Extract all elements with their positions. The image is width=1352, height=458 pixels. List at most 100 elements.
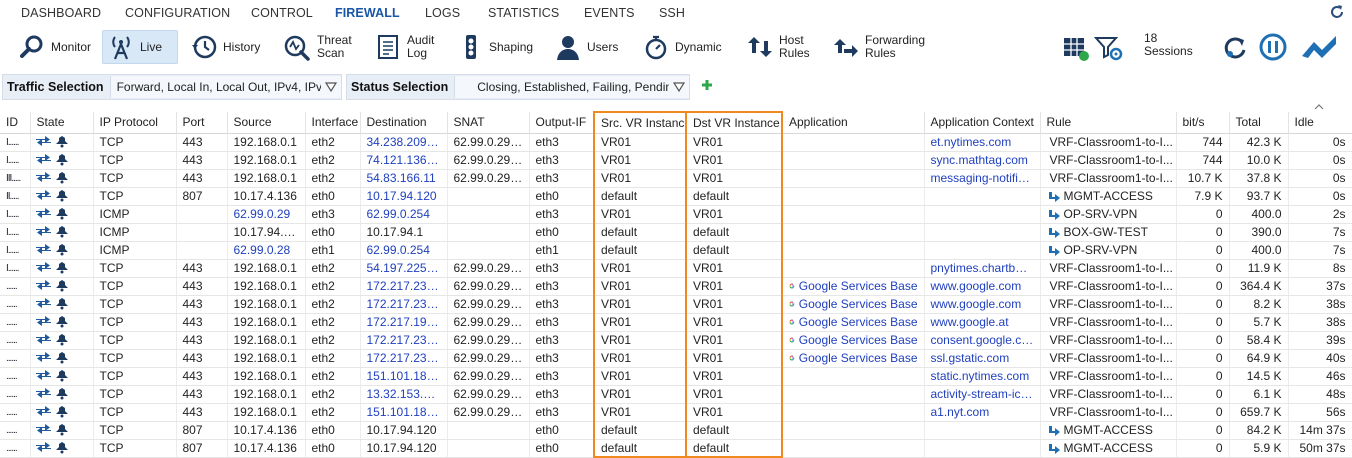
id-cell: ...... bbox=[0, 331, 31, 350]
table-row[interactable]: I...... TCP 443 192.168.0.1 eth2 74.121.136.1… bbox=[0, 151, 1352, 170]
host-rules-button[interactable]: Host Rules bbox=[740, 30, 814, 64]
col-total-header[interactable]: Total bbox=[1229, 112, 1289, 134]
live-graph-icon[interactable] bbox=[1300, 34, 1340, 60]
filter-settings-icon[interactable] bbox=[1094, 34, 1124, 62]
ip-protocol-cell: TCP bbox=[93, 187, 177, 206]
col-destination-header[interactable]: Destination bbox=[360, 112, 448, 134]
forwarding-rules-button[interactable]: Forwarding Rules bbox=[826, 30, 929, 64]
col-output-if-header[interactable]: Output-IF bbox=[529, 112, 595, 134]
table-row[interactable]: I...... ICMP 62.99.0.29 eth3 62.99.0.254 eth3… bbox=[0, 205, 1352, 224]
dynamic-button[interactable]: Dynamic bbox=[638, 30, 726, 64]
application-context-cell: www.google.com bbox=[924, 295, 1041, 314]
snat-cell bbox=[447, 439, 530, 458]
table-row[interactable]: II..... TCP 807 10.17.4.136 eth0 10.17.94.120… bbox=[0, 187, 1352, 206]
col-snat-header[interactable]: SNAT bbox=[447, 112, 530, 134]
table-row[interactable]: ...... TCP 807 10.17.4.136 eth0 10.17.94.120 e… bbox=[0, 421, 1352, 440]
table-row[interactable]: ...... TCP 443 192.168.0.1 eth2 172.217.23.19… bbox=[0, 349, 1352, 368]
col-state-header[interactable]: State bbox=[30, 112, 94, 134]
shaping-button[interactable]: Shaping bbox=[454, 30, 537, 64]
table-row[interactable]: I...... ICMP 10.17.94.120 eth0 10.17.94.1 eth… bbox=[0, 223, 1352, 242]
col-application-context-header[interactable]: Application Context bbox=[924, 112, 1041, 134]
table-row[interactable]: ...... TCP 443 192.168.0.1 eth2 172.217.19.67… bbox=[0, 313, 1352, 332]
output-if-cell: eth3 bbox=[529, 367, 595, 386]
table-row[interactable]: ...... TCP 443 192.168.0.1 eth2 172.217.23.20… bbox=[0, 331, 1352, 350]
idle-cell: 0s bbox=[1288, 169, 1352, 188]
col-src-vr-instance-header[interactable]: Src. VR Instance bbox=[593, 111, 687, 134]
col-ip-protocol-header[interactable]: IP Protocol bbox=[93, 112, 177, 134]
table-row[interactable]: ...... TCP 443 192.168.0.1 eth2 172.217.23.19… bbox=[0, 295, 1352, 314]
nav-control[interactable]: CONTROL bbox=[251, 6, 313, 20]
table-row[interactable]: III..... TCP 443 192.168.0.1 eth2 54.83.166.1… bbox=[0, 169, 1352, 188]
application-context-cell: pnytimes.chartbeat.net bbox=[924, 259, 1041, 278]
session-state-icon bbox=[35, 351, 68, 363]
monitor-button[interactable]: Monitor bbox=[14, 30, 95, 64]
src-vr-instance-cell: VR01 bbox=[593, 169, 687, 188]
col-id-header[interactable]: ID bbox=[0, 112, 31, 134]
col-port-header[interactable]: Port bbox=[176, 112, 228, 134]
table-row[interactable]: ...... TCP 443 192.168.0.1 eth2 151.101.189.1… bbox=[0, 367, 1352, 386]
sort-ascending-icon[interactable] bbox=[1314, 104, 1324, 110]
audit-log-button[interactable]: Audit Log bbox=[370, 30, 438, 64]
status-selection-value[interactable]: Closing, Established, Failing, Pending bbox=[454, 76, 669, 98]
nav-ssh[interactable]: SSH bbox=[659, 6, 685, 20]
table-row[interactable]: ...... TCP 443 192.168.0.1 eth2 13.32.153.247… bbox=[0, 385, 1352, 404]
interface-cell: eth0 bbox=[305, 439, 361, 458]
src-vr-instance-cell: VR01 bbox=[593, 205, 687, 224]
total-cell: 5.7 K bbox=[1229, 313, 1289, 332]
threat-scan-button[interactable]: Threat Scan bbox=[278, 30, 356, 64]
port-cell: 443 bbox=[176, 277, 228, 296]
total-cell: 5.9 K bbox=[1229, 439, 1289, 458]
table-row[interactable]: I...... TCP 443 192.168.0.1 eth2 54.197.225.1… bbox=[0, 259, 1352, 278]
filter-bar: Traffic Selection Forward, Local In, Loc… bbox=[0, 72, 1352, 102]
traffic-selection[interactable]: Traffic Selection Forward, Local In, Loc… bbox=[2, 74, 342, 100]
output-if-cell: eth3 bbox=[529, 277, 595, 296]
nav-firewall[interactable]: FIREWALL bbox=[335, 6, 400, 20]
snat-cell: 62.99.0.29:18... bbox=[447, 403, 530, 422]
col-source-header[interactable]: Source bbox=[227, 112, 306, 134]
dst-vr-instance-cell: VR01 bbox=[685, 151, 783, 170]
refresh-settings-icon[interactable] bbox=[1220, 32, 1250, 62]
nav-logs[interactable]: LOGS bbox=[425, 6, 460, 20]
history-button[interactable]: History bbox=[186, 30, 264, 64]
bits-cell: 0 bbox=[1176, 385, 1230, 404]
traffic-selection-dropdown[interactable] bbox=[321, 76, 341, 98]
add-filter-icon[interactable] bbox=[701, 79, 713, 91]
id-cell: ...... bbox=[0, 385, 31, 404]
snat-cell bbox=[447, 187, 530, 206]
pause-icon[interactable] bbox=[1258, 32, 1288, 62]
nav-configuration[interactable]: CONFIGURATION bbox=[125, 6, 230, 20]
nav-dashboard[interactable]: DASHBOARD bbox=[21, 6, 101, 20]
bits-cell: 7.9 K bbox=[1176, 187, 1230, 206]
host-rules-label-line2: Rules bbox=[779, 46, 810, 60]
nav-events[interactable]: EVENTS bbox=[584, 6, 635, 20]
state-cell bbox=[30, 367, 94, 386]
table-row[interactable]: I...... ICMP 62.99.0.28 eth1 62.99.0.254 eth1… bbox=[0, 241, 1352, 260]
grid-settings-icon[interactable] bbox=[1062, 34, 1090, 62]
table-row[interactable]: I...... TCP 443 192.168.0.1 eth2 34.238.209.1… bbox=[0, 133, 1352, 152]
table-row[interactable]: ...... TCP 443 192.168.0.1 eth2 172.217.23.19… bbox=[0, 277, 1352, 296]
sessions-count: 18 bbox=[1144, 31, 1158, 45]
nav-statistics[interactable]: STATISTICS bbox=[488, 6, 559, 20]
col-idle-header[interactable]: Idle bbox=[1288, 112, 1352, 134]
src-vr-instance-cell: VR01 bbox=[593, 331, 687, 350]
status-selection[interactable]: Status Selection Closing, Established, F… bbox=[346, 74, 690, 100]
traffic-selection-value[interactable]: Forward, Local In, Local Out, IPv4, IPv6 bbox=[109, 76, 321, 98]
host-rules-label-line1: Host bbox=[779, 33, 804, 47]
col-application-header[interactable]: Application bbox=[782, 112, 925, 134]
col-dst-vr-instance-header[interactable]: Dst VR Instance bbox=[685, 111, 783, 134]
source-cell: 192.168.0.1 bbox=[227, 151, 306, 170]
refresh-icon[interactable] bbox=[1328, 3, 1346, 21]
port-cell bbox=[176, 241, 228, 260]
table-row[interactable]: ...... TCP 807 10.17.4.136 eth0 10.17.94.120 e… bbox=[0, 439, 1352, 458]
total-cell: 37.8 K bbox=[1229, 169, 1289, 188]
col-bits-header[interactable]: bit/s bbox=[1176, 112, 1230, 134]
col-interface-header[interactable]: Interface bbox=[305, 112, 361, 134]
ip-protocol-cell: TCP bbox=[93, 151, 177, 170]
application-context-cell bbox=[924, 187, 1041, 206]
live-button[interactable]: Live bbox=[102, 30, 178, 64]
table-row[interactable]: ...... TCP 443 192.168.0.1 eth2 151.101.189.1… bbox=[0, 403, 1352, 422]
col-rule-header[interactable]: Rule bbox=[1040, 112, 1177, 134]
status-selection-dropdown[interactable] bbox=[669, 76, 689, 98]
users-button[interactable]: Users bbox=[550, 30, 622, 64]
session-state-icon bbox=[35, 297, 68, 309]
